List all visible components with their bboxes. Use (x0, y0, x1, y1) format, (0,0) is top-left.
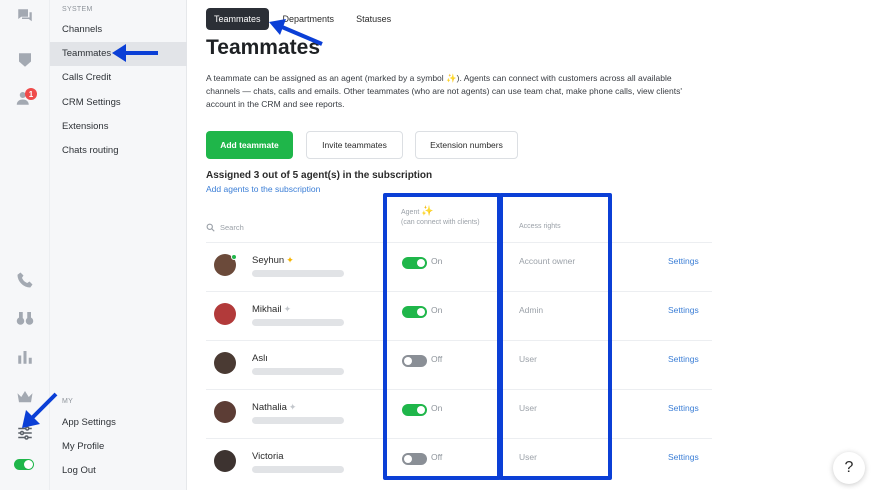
email-blurred (252, 368, 344, 375)
help-button[interactable]: ? (833, 452, 865, 484)
avatar (214, 303, 236, 325)
avatar (214, 352, 236, 374)
binoculars-icon[interactable] (13, 306, 37, 330)
name-text: Nathalia (252, 402, 287, 413)
phone-icon[interactable] (13, 268, 37, 292)
settings-link[interactable]: Settings (668, 305, 699, 315)
description-part-1: A teammate can be assigned as an agent (… (206, 73, 447, 83)
teammate-name[interactable]: Seyhun ✦ (252, 255, 294, 266)
email-blurred (252, 319, 344, 326)
email-blurred (252, 270, 344, 277)
agent-column-highlight (383, 193, 501, 480)
avatar (214, 450, 236, 472)
settings-link[interactable]: Settings (668, 452, 699, 462)
tab-teammates[interactable]: Teammates (206, 8, 269, 30)
section-label-system: SYSTEM (62, 6, 93, 13)
settings-sidebar: SYSTEM Channels Teammates Calls Credit C… (50, 0, 187, 490)
add-teammate-button[interactable]: Add teammate (206, 131, 293, 159)
sidebar-item-calls-credit[interactable]: Calls Credit (50, 66, 187, 90)
notification-badge: 1 (25, 88, 37, 100)
sidebar-item-extensions[interactable]: Extensions (50, 115, 187, 139)
teammate-name[interactable]: Aslı (252, 353, 268, 364)
badge-icon[interactable] (13, 48, 37, 72)
sidebar-item-my-profile[interactable]: My Profile (50, 435, 187, 459)
name-text: Mikhail (252, 304, 282, 315)
extension-numbers-button[interactable]: Extension numbers (415, 131, 518, 159)
settings-link[interactable]: Settings (668, 354, 699, 364)
chat-icon[interactable] (13, 4, 37, 28)
email-blurred (252, 466, 344, 473)
sidebar-item-channels[interactable]: Channels (50, 18, 187, 42)
settings-link[interactable]: Settings (668, 256, 699, 266)
main-content: Teammates Departments Statuses Teammates… (187, 0, 877, 490)
tab-statuses[interactable]: Statuses (348, 8, 399, 30)
search-field[interactable]: Search (206, 216, 244, 238)
page-description: A teammate can be assigned as an agent (… (206, 72, 706, 111)
sidebar-item-crm-settings[interactable]: CRM Settings (50, 91, 187, 115)
sidebar-item-log-out[interactable]: Log Out (50, 459, 187, 483)
search-icon (206, 223, 215, 232)
settings-link[interactable]: Settings (668, 403, 699, 413)
teammate-name[interactable]: Victoria (252, 451, 284, 462)
email-blurred (252, 417, 344, 424)
sidebar-item-app-settings[interactable]: App Settings (50, 411, 187, 435)
status-toggle[interactable] (14, 459, 34, 470)
access-column-highlight (499, 193, 612, 480)
online-indicator (231, 254, 237, 260)
name-text: Seyhun (252, 255, 285, 266)
teammate-name[interactable]: Mikhail ✦ (252, 304, 291, 315)
name-text: Aslı (252, 353, 268, 364)
arrow-annotation-icon (269, 19, 323, 46)
avatar (214, 401, 236, 423)
add-agents-link[interactable]: Add agents to the subscription (206, 184, 320, 194)
sidebar-item-chats-routing[interactable]: Chats routing (50, 139, 187, 163)
arrow-annotation-icon (112, 44, 158, 62)
agent-sparkle-icon: ✦ (283, 304, 292, 314)
bar-chart-icon[interactable] (13, 345, 37, 369)
agent-sparkle-icon: ✦ (286, 255, 294, 265)
agents-assigned-count: Assigned 3 out of 5 agent(s) in the subs… (206, 170, 433, 181)
invite-teammates-button[interactable]: Invite teammates (306, 131, 403, 159)
agent-sparkle-icon: ✦ (288, 402, 297, 412)
teammate-name[interactable]: Nathalia ✦ (252, 402, 296, 413)
name-text: Victoria (252, 451, 284, 462)
section-label-my: MY (62, 398, 74, 405)
search-placeholder: Search (220, 222, 244, 232)
sparkle-icon: ✨ (446, 73, 457, 83)
arrow-annotation-icon (22, 392, 58, 428)
